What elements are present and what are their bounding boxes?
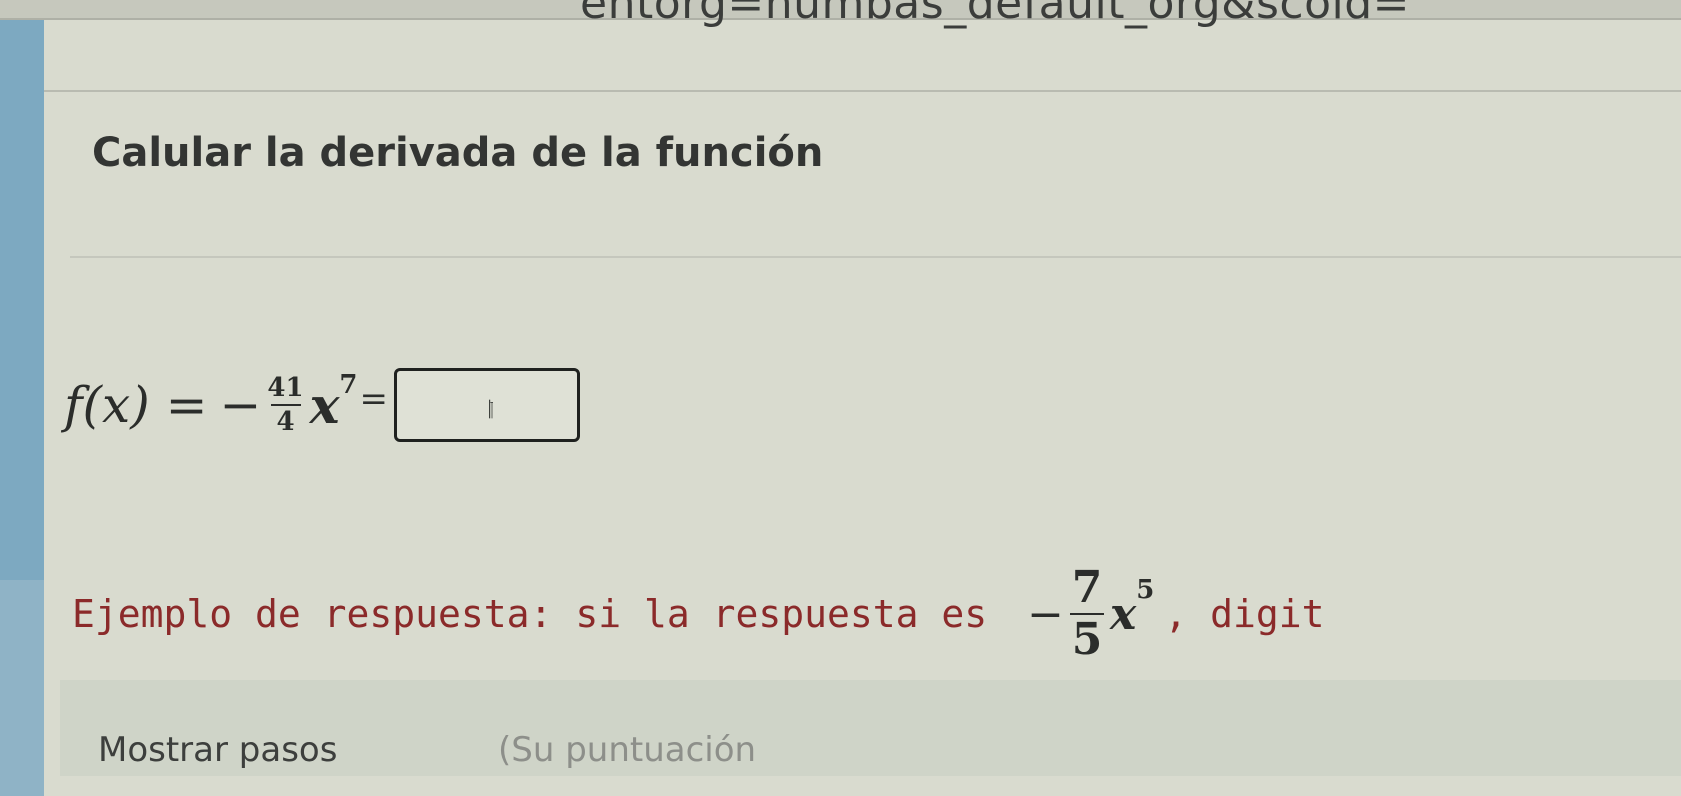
example-fraction: 7 5 — [1070, 565, 1104, 663]
browser-address-bar[interactable]: entorg=numbas_default_org&scoid= — [0, 0, 1681, 29]
show-steps-button[interactable]: Mostrar pasos — [98, 730, 337, 770]
equation-sign: − — [219, 376, 262, 434]
coefficient-numerator: 41 — [267, 373, 304, 403]
answer-example: Ejemplo de respuesta: si la respuesta es… — [72, 565, 1324, 663]
example-numerator: 7 — [1071, 562, 1103, 613]
url-text: entorg=numbas_default_org&scoid= — [580, 0, 1411, 29]
example-sign: − — [1027, 588, 1064, 640]
example-text: Ejemplo de respuesta: si la respuesta es — [72, 592, 988, 636]
left-sidebar-stripe — [0, 20, 44, 796]
equation-coefficient: 41 4 — [267, 374, 303, 436]
function-equation: f(x) = − 41 4 x 7 = — [64, 350, 581, 460]
example-math: − 7 5 x 5 — [1027, 565, 1154, 663]
question-title: Calular la derivada de la función — [92, 130, 824, 176]
example-tail: , digit — [1164, 592, 1325, 636]
header-divider — [44, 90, 1681, 92]
answer-equals: = — [359, 379, 389, 419]
example-exponent: 5 — [1136, 575, 1155, 605]
equation-lhs: f(x) = — [64, 376, 208, 434]
example-variable: x — [1110, 588, 1137, 640]
fraction-bar — [270, 404, 301, 406]
equation-exponent: 7 — [339, 370, 358, 400]
answer-input[interactable] — [394, 368, 581, 442]
text-cursor-icon — [489, 399, 494, 419]
equation-variable: x — [309, 375, 340, 435]
coefficient-denominator: 4 — [276, 407, 295, 437]
example-denominator: 5 — [1071, 614, 1103, 665]
section-divider — [70, 256, 1681, 258]
score-text: (Su puntuación — [498, 730, 757, 770]
